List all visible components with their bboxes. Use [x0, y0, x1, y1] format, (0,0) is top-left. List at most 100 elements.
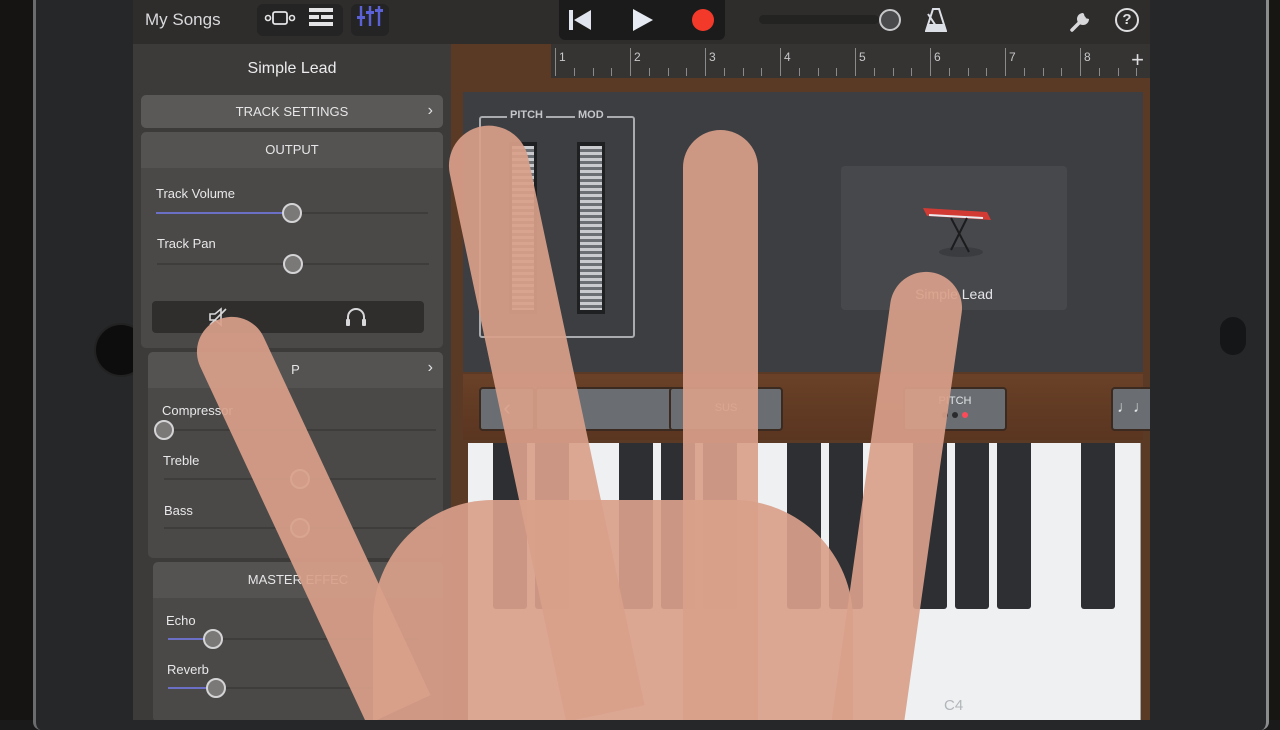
- black-key[interactable]: [955, 443, 989, 609]
- plugins-header[interactable]: P ›: [148, 352, 443, 388]
- treble-label: Treble: [163, 453, 200, 468]
- ruler-bar-tick: [1005, 48, 1006, 76]
- sustain-label: SUS: [714, 402, 738, 414]
- pitch-wheel[interactable]: [509, 142, 537, 314]
- ruler-beat-tick: [648, 68, 650, 76]
- garageband-screen: My Songs ? Simple Lead TRACK SETTINGS › …: [133, 0, 1150, 720]
- reverb-slider[interactable]: [168, 678, 418, 698]
- add-section-button[interactable]: +: [1131, 47, 1144, 73]
- ruler-bar-tick: [630, 48, 631, 76]
- ruler-beat-tick: [723, 68, 725, 76]
- treble-slider[interactable]: [164, 469, 436, 489]
- ruler-bar-number: 4: [784, 50, 791, 64]
- black-key[interactable]: [997, 443, 1031, 609]
- echo-label: Echo: [166, 613, 196, 628]
- output-label: OUTPUT: [265, 142, 319, 157]
- chevron-right-icon: ›: [427, 359, 433, 376]
- ruler-bar-number: 3: [709, 50, 716, 64]
- ruler-beat-tick: [761, 68, 763, 76]
- browser-view-icon[interactable]: [261, 4, 299, 36]
- ruler-bar-number: 2: [634, 50, 641, 64]
- ruler-bar-tick: [1080, 48, 1081, 76]
- keyboard-stand-image: [921, 202, 995, 262]
- mode-dot: [962, 412, 968, 418]
- output-section: OUTPUT Track Volume Track Pan: [141, 132, 443, 348]
- pitch-wheel-label: PITCH: [507, 109, 546, 121]
- octave-up-button[interactable]: [535, 387, 689, 431]
- track-controls-button[interactable]: [351, 4, 389, 36]
- pitch-mode-indicator: [905, 409, 1005, 421]
- preset-card[interactable]: Simple Lead: [841, 166, 1067, 310]
- c4-key-label: C4: [944, 697, 964, 714]
- preset-name: Simple Lead: [915, 286, 993, 302]
- ruler-beat-tick: [948, 68, 950, 76]
- octave-down-button[interactable]: ‹: [479, 387, 535, 431]
- black-key[interactable]: [913, 443, 947, 609]
- timeline-ruler[interactable]: + 1 2 3 4 5 6 7 8: [551, 44, 1150, 78]
- metronome-icon[interactable]: [924, 8, 948, 32]
- view-switcher: [257, 4, 343, 36]
- compressor-slider[interactable]: [154, 420, 436, 440]
- bass-thumb[interactable]: [290, 518, 310, 538]
- black-key[interactable]: [493, 443, 527, 609]
- track-settings-label: TRACK SETTINGS: [235, 104, 349, 119]
- black-key[interactable]: [829, 443, 863, 609]
- chevron-right-icon: ›: [427, 102, 433, 119]
- bass-slider[interactable]: [164, 518, 436, 538]
- pitch-mode-label: PITCH: [938, 395, 972, 407]
- echo-slider[interactable]: [168, 629, 418, 649]
- track-settings-button[interactable]: TRACK SETTINGS ›: [141, 95, 443, 128]
- track-volume-fill: [156, 212, 292, 214]
- black-key[interactable]: [1081, 443, 1115, 609]
- count-in-circle-icon[interactable]: [879, 9, 901, 31]
- compressor-thumb[interactable]: [154, 420, 174, 440]
- ruler-bar-tick: [780, 48, 781, 76]
- output-header: OUTPUT: [141, 132, 443, 168]
- play-icon[interactable]: [633, 9, 653, 31]
- transport-controls: [559, 0, 725, 40]
- tracks-view-icon[interactable]: [305, 4, 337, 36]
- track-name: Simple Lead: [247, 60, 337, 77]
- ruler-bar-number: 8: [1084, 50, 1091, 64]
- black-key[interactable]: [703, 443, 737, 609]
- track-pan-slider[interactable]: [157, 254, 429, 274]
- track-pan-thumb[interactable]: [283, 254, 303, 274]
- mod-wheel-label: MOD: [575, 109, 607, 121]
- black-key[interactable]: [787, 443, 821, 609]
- ruler-beat-tick: [1098, 68, 1100, 76]
- mod-wheel[interactable]: [577, 142, 605, 314]
- settings-wrench-icon[interactable]: [1069, 7, 1095, 33]
- ruler-beat-tick: [967, 68, 969, 76]
- keyboard-controls-strip: ‹ SUS PITCH ♩♩: [463, 374, 1150, 440]
- headphones-icon[interactable]: [345, 307, 367, 332]
- ruler-beat-tick: [817, 68, 819, 76]
- master-volume-slider[interactable]: [759, 15, 879, 24]
- piano-keyboard[interactable]: C4: [468, 443, 1141, 720]
- ruler-beat-tick: [873, 68, 875, 76]
- mode-dot: [952, 412, 958, 418]
- ruler-bar-number: 6: [934, 50, 941, 64]
- ruler-bar-tick: [705, 48, 706, 76]
- track-volume-slider[interactable]: [156, 203, 428, 223]
- mute-solo-bar: [152, 301, 424, 333]
- sustain-button[interactable]: SUS: [669, 387, 783, 431]
- track-pan-label: Track Pan: [157, 236, 216, 251]
- track-volume-thumb[interactable]: [282, 203, 302, 223]
- mute-speaker-icon[interactable]: [208, 307, 228, 332]
- black-key[interactable]: [535, 443, 569, 609]
- treble-thumb[interactable]: [290, 469, 310, 489]
- reverb-label: Reverb: [167, 662, 209, 677]
- glissando-pitch-button[interactable]: PITCH: [903, 387, 1007, 431]
- ruler-beat-tick: [892, 68, 894, 76]
- help-icon[interactable]: ?: [1115, 8, 1139, 32]
- arpeggiator-button[interactable]: ♩♩: [1111, 387, 1150, 431]
- record-icon[interactable]: [692, 9, 714, 31]
- my-songs-button[interactable]: My Songs: [145, 10, 221, 30]
- black-key[interactable]: [661, 443, 695, 609]
- ruler-beat-tick: [611, 68, 613, 76]
- reverb-thumb[interactable]: [205, 678, 226, 698]
- echo-thumb[interactable]: [203, 629, 223, 649]
- black-key[interactable]: [619, 443, 653, 609]
- ruler-bar-number: 7: [1009, 50, 1016, 64]
- rewind-to-start-icon[interactable]: [569, 10, 591, 30]
